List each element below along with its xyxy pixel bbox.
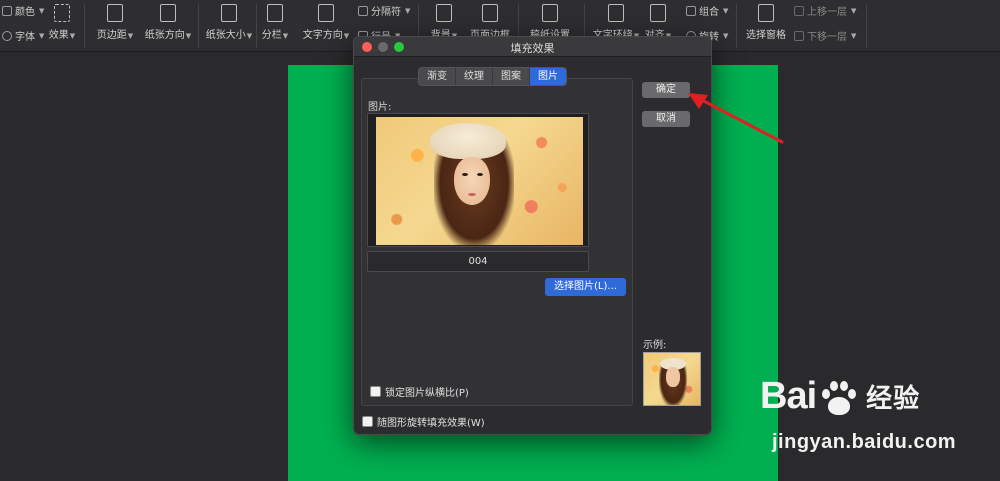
send-backward-button[interactable]: 下移一层 ▼ [794, 28, 856, 43]
margin-icon [107, 4, 123, 22]
watermark-url: jingyan.baidu.com [772, 431, 957, 453]
annotation-arrow-icon [688, 93, 784, 144]
watermark-brand-left: Bai [760, 375, 817, 417]
watermark-brand-right: 经验 [866, 383, 921, 413]
margin-button[interactable]: 页边距▼ [85, 0, 145, 52]
selection-pane-icon [758, 4, 774, 22]
tab-pattern[interactable]: 图案 [493, 68, 530, 85]
theme-effect-button[interactable]: 效果▼ [32, 0, 92, 52]
rotate-with-shape-checkbox[interactable]: 随图形旋转填充效果(W) [362, 414, 485, 429]
background-icon [436, 4, 452, 22]
effect-icon [54, 4, 70, 22]
text-wrap-icon [608, 4, 624, 22]
checkbox-box[interactable] [370, 386, 381, 397]
selection-pane-button[interactable]: 选择窗格 [736, 0, 796, 52]
tab-gradient[interactable]: 渐变 [419, 68, 456, 85]
cancel-button[interactable]: 取消 [642, 111, 690, 127]
paper-size-icon [221, 4, 237, 22]
tab-texture[interactable]: 纹理 [456, 68, 493, 85]
dialog-titlebar[interactable]: 填充效果 [354, 37, 711, 57]
picture-preview-image [376, 117, 583, 245]
group-icon [686, 5, 696, 16]
paper-size-button[interactable]: 纸张大小▼ [199, 0, 259, 52]
color-icon [2, 5, 12, 16]
select-picture-button[interactable]: 选择图片(L)... [545, 278, 626, 296]
text-direction-button[interactable]: 文字方向▼ [296, 0, 356, 52]
checkbox-box[interactable] [362, 416, 373, 427]
picture-name-field: 004 [367, 251, 589, 272]
columns-button[interactable]: 分栏▼ [256, 0, 294, 52]
send-backward-icon [794, 30, 804, 41]
text-direction-icon [318, 4, 334, 22]
align-icon [650, 4, 666, 22]
columns-icon [267, 4, 283, 22]
bring-forward-icon [794, 5, 804, 16]
font-icon [2, 30, 12, 41]
divider [866, 4, 867, 48]
orientation-button[interactable]: 纸张方向▼ [138, 0, 198, 52]
baidu-jingyan-watermark: Bai 经验 jingyan.baidu.com [760, 375, 1000, 481]
dialog-title: 填充效果 [510, 42, 555, 55]
bring-forward-button[interactable]: 上移一层 ▼ [794, 3, 856, 18]
ok-button[interactable]: 确定 [642, 82, 690, 98]
separator-icon [358, 5, 368, 16]
picture-label: 图片: [368, 102, 392, 113]
sample-preview [643, 352, 701, 406]
paw-logo-icon [818, 377, 858, 417]
fill-effects-dialog: 填充效果 图片: 004 选择图片(L)... 锁定图片纵横比(P) 渐变 纹理… [353, 36, 712, 435]
grid-paper-icon [542, 4, 558, 22]
sample-label: 示例: [643, 340, 667, 351]
fill-type-tabs: 渐变 纹理 图案 图片 [418, 67, 567, 86]
separator-button[interactable]: 分隔符 ▼ [358, 3, 410, 18]
picture-preview-frame [367, 113, 589, 247]
lock-aspect-ratio-checkbox[interactable]: 锁定图片纵横比(P) [370, 384, 469, 399]
orientation-icon [160, 4, 176, 22]
group-button[interactable]: 组合 ▼ [686, 3, 728, 18]
tab-picture[interactable]: 图片 [530, 68, 566, 85]
picture-tab-panel: 图片: 004 选择图片(L)... 锁定图片纵横比(P) [361, 78, 633, 406]
page-border-icon [482, 4, 498, 22]
